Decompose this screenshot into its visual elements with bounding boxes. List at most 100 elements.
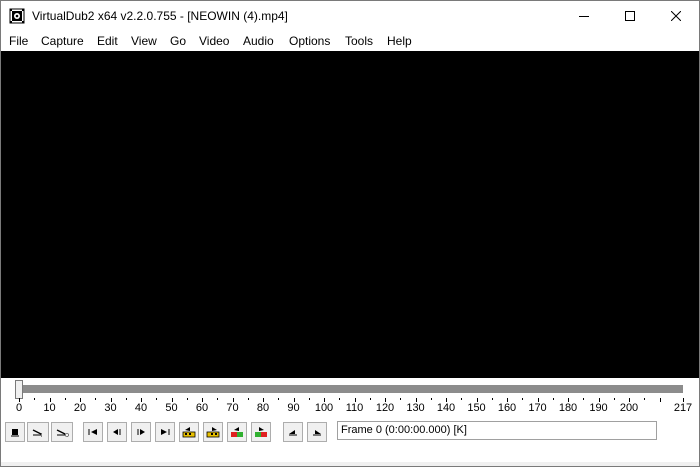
video-preview-pane	[1, 51, 699, 378]
scene-forward-button[interactable]	[251, 422, 271, 442]
menu-bar: File Capture Edit View Go Video Audio Op…	[1, 31, 699, 51]
close-button[interactable]	[653, 1, 699, 31]
mark-out-button[interactable]	[307, 422, 327, 442]
go-to-end-icon	[161, 429, 170, 435]
minimize-icon	[579, 16, 589, 17]
timeline-tick-label: 50	[165, 402, 178, 414]
timeline-tick	[247, 398, 249, 400]
timeline-tick	[491, 398, 493, 400]
menu-capture[interactable]: Capture	[41, 34, 84, 48]
timeline-tick	[430, 398, 432, 400]
timeline-tick	[583, 398, 585, 400]
scene-back-button[interactable]	[227, 422, 247, 442]
step-back-button[interactable]	[107, 422, 127, 442]
timeline-tick	[659, 398, 661, 402]
timeline-tick	[339, 398, 341, 400]
play-output-button[interactable]: O	[51, 422, 73, 442]
timeline-tick-label: 190	[589, 402, 608, 414]
timeline-tick-label: 100	[314, 402, 334, 414]
timeline-tick	[125, 398, 127, 400]
timeline-tick-label: 160	[497, 402, 517, 414]
previous-key-frame-button[interactable]	[179, 422, 199, 442]
window-title: VirtualDub2 x64 v2.2.0.755 - [NEOWIN (4)…	[32, 9, 288, 23]
timeline-tick-label: 217	[673, 402, 693, 414]
menu-options[interactable]: Options	[289, 34, 330, 48]
minimize-button[interactable]	[561, 1, 607, 31]
maximize-button[interactable]	[607, 1, 653, 31]
svg-text:O: O	[65, 433, 69, 438]
timeline-tick	[308, 398, 310, 400]
go-to-start-button[interactable]	[83, 422, 103, 442]
maximize-icon	[625, 11, 635, 21]
mark-in-button[interactable]	[283, 422, 303, 442]
step-forward-button[interactable]	[131, 422, 151, 442]
timeline-tick	[217, 398, 219, 400]
menu-edit[interactable]: Edit	[97, 34, 118, 48]
timeline-tick	[522, 398, 524, 400]
timeline-tick	[552, 398, 554, 400]
play-output-icon: O	[56, 429, 69, 438]
play-input-button[interactable]: I	[27, 422, 49, 442]
timeline-tick	[95, 398, 97, 400]
menu-go[interactable]: Go	[170, 34, 186, 48]
position-panel: 0 10 20 30 40 50 60 70 80 90 100 110 120 130 140 150 160…	[1, 378, 699, 466]
mark-out-icon	[313, 430, 321, 436]
menu-tools[interactable]: Tools	[345, 34, 373, 48]
timeline-tick	[644, 398, 646, 400]
timeline-tick-label: 110	[345, 402, 364, 414]
frame-status-text: Frame 0 (0:00:00.000) [K]	[341, 424, 467, 436]
timeline-tick	[156, 398, 158, 400]
timeline-tick-label: 70	[226, 402, 239, 414]
timeline-tick-label: 170	[528, 402, 547, 414]
timeline-tick	[64, 398, 66, 400]
timeline-tick	[186, 398, 188, 400]
timeline-tick-label: 20	[73, 402, 87, 414]
next-key-frame-icon	[206, 427, 220, 438]
title-bar[interactable]: VirtualDub2 x64 v2.2.0.755 - [NEOWIN (4)…	[1, 1, 699, 31]
menu-audio[interactable]: Audio	[243, 34, 274, 48]
scene-back-icon	[231, 427, 243, 437]
previous-key-frame-icon	[182, 427, 196, 438]
timeline-track[interactable]	[15, 385, 683, 393]
menu-view[interactable]: View	[131, 34, 157, 48]
play-input-icon: I	[32, 429, 42, 438]
close-icon	[671, 11, 681, 21]
step-back-icon	[113, 429, 121, 435]
timeline-tick	[400, 398, 402, 400]
timeline-tick-label: 0	[15, 402, 23, 414]
step-forward-icon	[137, 429, 145, 435]
svg-text:I: I	[41, 433, 42, 438]
timeline-tick-label: 120	[375, 402, 395, 414]
timeline-slider-thumb[interactable]	[15, 380, 23, 399]
timeline-tick-label: 10	[43, 402, 56, 414]
timeline-tick	[34, 398, 36, 400]
menu-video[interactable]: Video	[199, 34, 229, 48]
timeline-tick-label: 150	[467, 402, 486, 414]
timeline-tick-label: 180	[558, 402, 578, 414]
mark-in-icon	[289, 430, 297, 436]
next-key-frame-button[interactable]	[203, 422, 223, 442]
timeline-tick-label: 140	[436, 402, 456, 414]
timeline-tick-label: 80	[256, 402, 270, 414]
timeline-tick	[278, 398, 280, 400]
menu-file[interactable]: File	[9, 34, 28, 48]
timeline-tick-label: 30	[104, 402, 117, 414]
app-window: VirtualDub2 x64 v2.2.0.755 - [NEOWIN (4)…	[0, 0, 700, 467]
frame-status-box: Frame 0 (0:00:00.000) [K]	[337, 421, 657, 440]
timeline-tick-label: 40	[134, 402, 148, 414]
scene-forward-icon	[255, 427, 267, 437]
menu-help[interactable]: Help	[387, 34, 412, 48]
go-to-end-button[interactable]	[155, 422, 175, 442]
timeline-tick-label: 130	[406, 402, 425, 414]
stop-button[interactable]	[5, 422, 25, 442]
go-to-start-icon	[88, 429, 97, 435]
timeline-tick	[613, 398, 615, 400]
timeline-tick	[461, 398, 463, 400]
virtualdub-app-icon[interactable]	[9, 8, 25, 24]
timeline-tick-label: 200	[619, 402, 639, 414]
timeline-tick-label: 90	[287, 402, 300, 414]
stop-icon	[11, 429, 19, 437]
status-bar	[1, 462, 699, 466]
timeline-tick-label: 60	[195, 402, 209, 414]
timeline-tick	[369, 398, 371, 400]
